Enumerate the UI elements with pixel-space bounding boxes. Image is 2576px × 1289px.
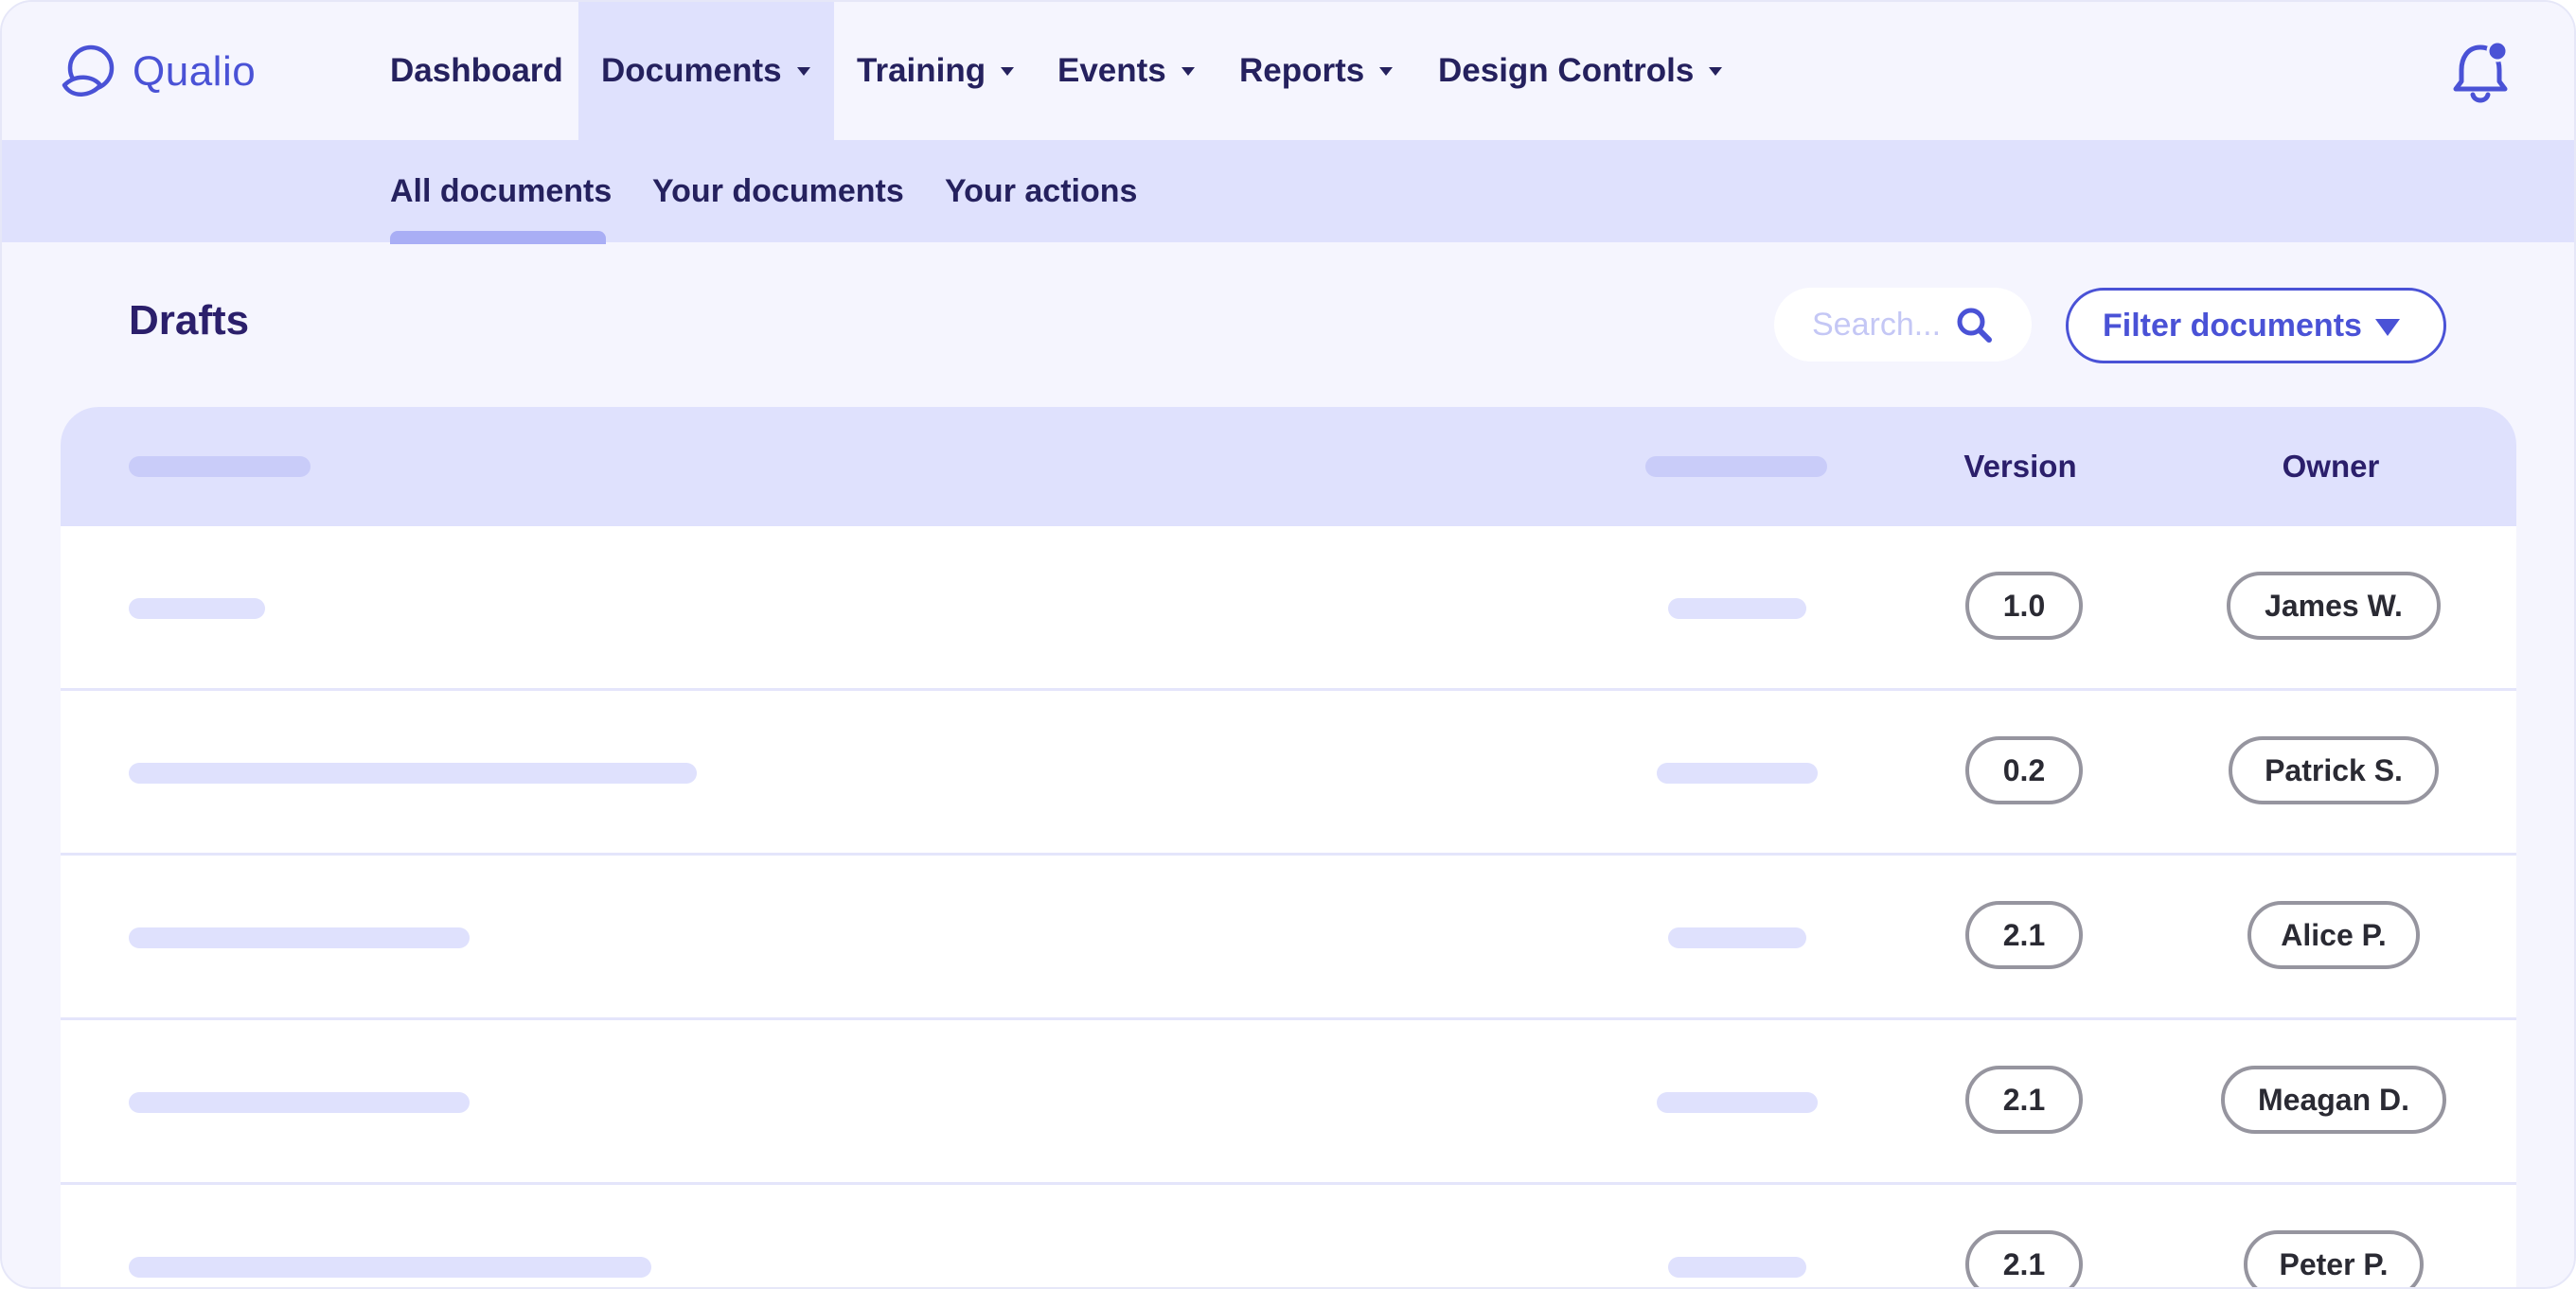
nav-reports[interactable]: Reports [1239,2,1394,140]
owner-badge: Patrick S. [2229,736,2439,804]
chevron-down-icon [796,66,810,76]
search-input[interactable]: Search... [1774,288,2032,362]
title-placeholder [129,927,470,948]
meta-placeholder [1657,1092,1818,1113]
notification-dot [2486,40,2509,62]
title-placeholder [129,598,265,619]
page-title: Drafts [129,297,250,344]
nav-label: Events [1057,52,1166,89]
meta-placeholder [1668,598,1806,619]
table-row[interactable]: 0.2 Patrick S. [61,691,2516,856]
search-icon[interactable] [1954,305,1994,344]
nav-label: Dashboard [390,52,563,89]
nav-label: Reports [1239,52,1365,89]
sub-navigation: All documents Your documents Your action… [2,140,2574,244]
owner-badge: Alice P. [2247,901,2420,969]
top-navigation: Qualio Dashboard Documents Training Even… [2,2,2574,140]
meta-placeholder [1668,1257,1806,1278]
table-row[interactable]: 2.1 Meagan D. [61,1020,2516,1185]
table-row[interactable]: 2.1 Peter P. [61,1185,2516,1287]
table-row[interactable]: 1.0 James W. [61,526,2516,691]
version-badge: 2.1 [1965,901,2083,969]
nav-label: Design Controls [1438,52,1695,89]
qualio-logo-icon [62,44,115,97]
table-row[interactable]: 2.1 Alice P. [61,856,2516,1020]
tab-your-actions[interactable]: Your actions [945,140,1137,242]
title-placeholder [129,1257,651,1278]
meta-placeholder [1657,763,1818,784]
nav-label: Training [857,52,986,89]
owner-badge: James W. [2227,572,2441,640]
chevron-down-icon [1181,66,1195,76]
version-badge: 2.1 [1965,1230,2083,1287]
title-placeholder [129,763,697,784]
tab-label: Your documents [652,172,904,209]
table-header: Version Owner [61,407,2516,526]
version-badge: 1.0 [1965,572,2083,640]
app-window: Qualio Dashboard Documents Training Even… [0,0,2576,1289]
app-logo[interactable]: Qualio [59,42,256,102]
tab-label: All documents [390,172,613,209]
tab-your-documents[interactable]: Your documents [652,140,904,242]
filter-label: Filter documents [2103,307,2362,344]
nav-design-controls[interactable]: Design Controls [1438,2,1723,140]
bell-icon[interactable] [2448,38,2513,106]
owner-badge: Peter P. [2244,1230,2424,1287]
filter-documents-button[interactable]: Filter documents [2066,288,2446,363]
documents-table: Version Owner 1.0 James W. 0.2 Patrick S… [61,407,2516,1287]
nav-training[interactable]: Training [857,2,1015,140]
nav-events[interactable]: Events [1057,2,1195,140]
app-name: Qualio [133,48,257,95]
meta-placeholder [1668,927,1806,948]
triangle-down-icon [2375,319,2400,336]
nav-dashboard[interactable]: Dashboard [390,2,563,140]
nav-documents[interactable]: Documents [578,2,834,140]
search-placeholder: Search... [1812,306,1942,343]
title-placeholder [129,1092,470,1113]
tab-label: Your actions [945,172,1138,209]
chevron-down-icon [1379,66,1394,76]
version-badge: 0.2 [1965,736,2083,804]
active-tab-indicator [390,231,606,244]
column-header-owner[interactable]: Owner [2198,407,2463,526]
chevron-down-icon [1001,66,1015,76]
version-badge: 2.1 [1965,1066,2083,1134]
header-placeholder [1645,456,1827,477]
owner-badge: Meagan D. [2221,1066,2446,1134]
tab-all-documents[interactable]: All documents [390,140,612,242]
column-header-version[interactable]: Version [1907,407,2134,526]
chevron-down-icon [1709,66,1723,76]
nav-label: Documents [601,52,782,89]
header-placeholder [129,456,311,477]
